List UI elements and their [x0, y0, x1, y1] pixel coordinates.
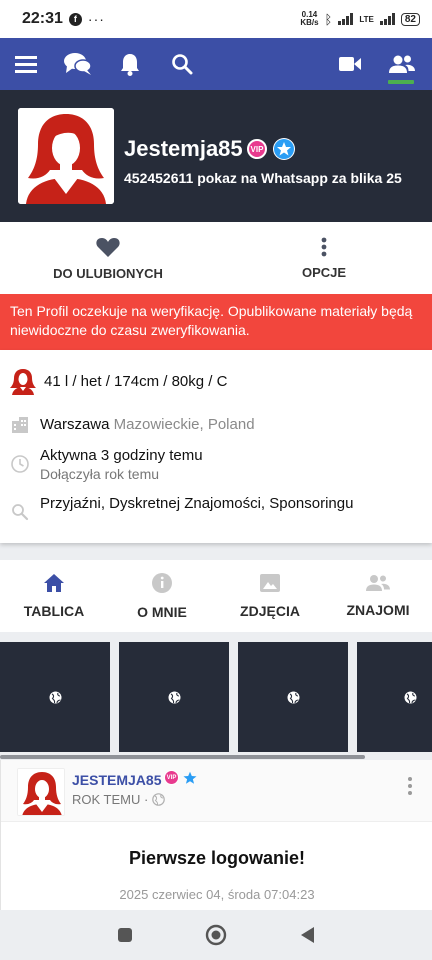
info-looking-for: Przyjaźni, Dyskretnej Znajomości, Sponso…: [40, 495, 354, 512]
tab-zdjecia[interactable]: ZDJĘCIA: [216, 560, 324, 632]
info-activity: Aktywna 3 godziny temu Dołączyła rok tem…: [40, 447, 203, 482]
profile-username: Jestemja85: [124, 136, 243, 161]
post-date: 2025 czerwiec 04, środa 07:04:23: [119, 887, 315, 902]
back-triangle-icon[interactable]: [299, 926, 315, 944]
info-region: Mazowieckie, Poland: [113, 416, 255, 433]
vip-badge: VIP: [247, 139, 267, 159]
photo-gallery: [0, 642, 432, 752]
recents-square-icon[interactable]: [117, 927, 133, 943]
post-header: JESTEMJA85 VIP ROK TEMU ·: [1, 760, 432, 822]
info-location-row: Warszawa Mazowieckie, Poland: [0, 416, 255, 434]
battery-level: 82: [400, 12, 420, 26]
facebook-notification-icon: f: [68, 12, 82, 26]
info-stats: 41 l / het / 174cm / 80kg / C: [44, 373, 228, 390]
friends-icon[interactable]: [376, 38, 428, 90]
globe-icon: [287, 691, 299, 703]
more-vertical-icon: [321, 237, 327, 256]
friends-icon: [366, 575, 390, 591]
favorite-button[interactable]: DO ULUBIONYCH: [0, 222, 216, 294]
info-location: Warszawa Mazowieckie, Poland: [40, 416, 255, 433]
tab-tablica-label: TABLICA: [23, 603, 85, 619]
profile-avatar[interactable]: [18, 108, 114, 204]
profile-subtitle: 452452611 pokaz na Whatsapp za blika 25: [124, 170, 402, 186]
system-nav-bar: [0, 910, 432, 960]
info-stats-row: 41 l / het / 174cm / 80kg / C: [0, 367, 227, 395]
heart-icon: [96, 237, 120, 257]
search-icon[interactable]: [156, 38, 208, 90]
status-bar: 22:31 f ··· 0.14 KB/s ᛒ LTE 82: [0, 0, 432, 38]
tab-tablica[interactable]: TABLICA: [0, 560, 108, 632]
image-icon: [260, 574, 280, 592]
search-small-icon: [0, 503, 40, 521]
more-notifications-icon: ···: [87, 11, 105, 27]
tab-o-mnie-label: O MNIE: [137, 604, 187, 620]
app-bar: [0, 38, 432, 90]
info-city: Warszawa: [40, 416, 110, 433]
post-time-row: ROK TEMU ·: [72, 792, 166, 807]
status-time: 22:31: [22, 10, 63, 27]
tab-znajomi[interactable]: ZNAJOMI: [324, 560, 432, 632]
network-speed: 0.14 KB/s: [300, 11, 318, 27]
home-icon: [44, 574, 64, 592]
gallery-tile[interactable]: [119, 642, 229, 752]
post-avatar[interactable]: [17, 768, 65, 816]
gallery-tile[interactable]: [238, 642, 348, 752]
globe-icon: [168, 691, 180, 703]
bell-icon[interactable]: [104, 38, 156, 90]
signal-icon-2: [379, 13, 395, 25]
gallery-tile[interactable]: [0, 642, 110, 752]
signal-icon: [338, 13, 354, 25]
globe-icon: [404, 691, 417, 703]
public-globe-icon: [152, 793, 166, 806]
network-type: LTE: [359, 14, 374, 24]
city-icon: [0, 416, 40, 434]
info-looking-row: Przyjaźni, Dyskretnej Znajomości, Sponso…: [0, 495, 353, 521]
profile-actions: DO ULUBIONYCH OPCJE: [0, 222, 432, 294]
post-badges: VIP: [164, 770, 197, 785]
gallery-tile[interactable]: [357, 642, 432, 752]
post-title: Pierwsze logowanie!: [128, 848, 306, 868]
post-star-icon: [183, 771, 197, 784]
tab-znajomi-label: ZNAJOMI: [346, 602, 410, 618]
post-more-icon[interactable]: [401, 772, 419, 800]
globe-icon: [49, 691, 61, 703]
profile-info-card: 41 l / het / 174cm / 80kg / C Warszawa M…: [0, 350, 432, 543]
gallery-scrollbar[interactable]: [0, 755, 365, 759]
options-label: OPCJE: [301, 264, 347, 280]
post-time: ROK TEMU ·: [72, 792, 149, 807]
verified-star-icon: [273, 138, 295, 160]
network-speed-unit: KB/s: [300, 18, 319, 27]
info-joined: Dołączyła rok temu: [40, 466, 160, 482]
woman-avatar-icon: [3, 367, 43, 395]
tab-o-mnie[interactable]: O MNIE: [108, 560, 216, 632]
post-vip-badge: VIP: [164, 770, 179, 785]
tab-zdjecia-label: ZDJĘCIA: [240, 603, 300, 619]
menu-icon[interactable]: [0, 38, 52, 90]
profile-tabs: TABLICA O MNIE ZDJĘCIA ZNAJOMI: [0, 560, 432, 632]
home-circle-icon[interactable]: [205, 924, 227, 946]
info-activity-row: Aktywna 3 godziny temu Dołączyła rok tem…: [0, 447, 203, 482]
post-author[interactable]: JESTEMJA85: [72, 772, 161, 788]
post-card: JESTEMJA85 VIP ROK TEMU · Pierwsze logow…: [0, 760, 432, 910]
favorite-label: DO ULUBIONYCH: [53, 265, 163, 281]
clock-icon: [0, 455, 40, 473]
options-button[interactable]: OPCJE: [216, 222, 432, 294]
info-icon: [152, 573, 172, 593]
video-icon[interactable]: [324, 38, 376, 90]
info-active: Aktywna 3 godziny temu: [40, 447, 203, 464]
verification-warning: Ten Profil oczekuje na weryfikację. Opub…: [0, 294, 432, 350]
chat-icon[interactable]: [52, 38, 104, 90]
profile-header: Jestemja85 VIP 452452611 pokaz na Whatsa…: [0, 90, 432, 222]
bluetooth-icon: ᛒ: [324, 11, 333, 27]
profile-badges: VIP: [247, 138, 295, 160]
